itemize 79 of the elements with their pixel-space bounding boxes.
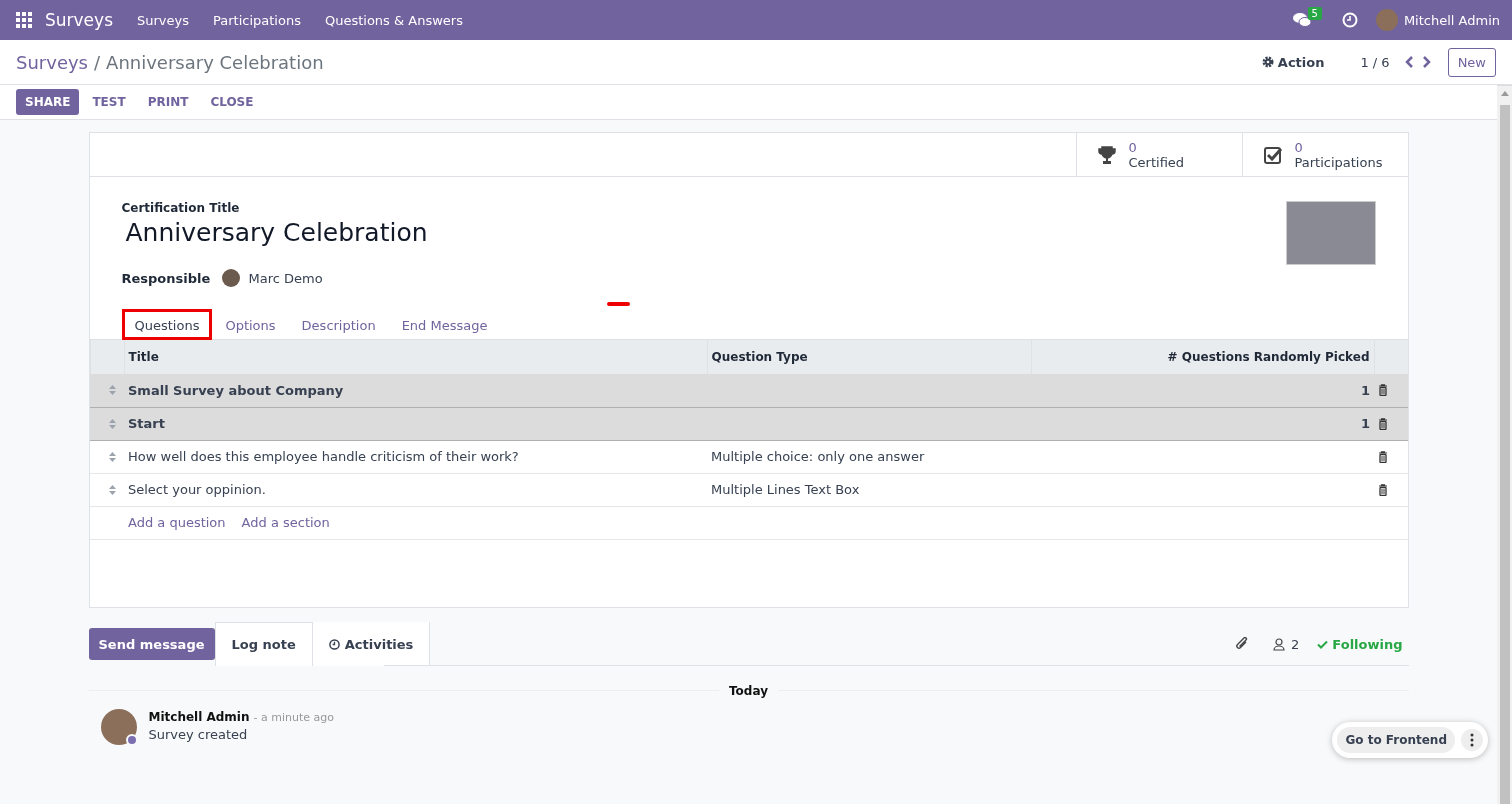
form-button[interactable]: PRINT bbox=[138, 89, 198, 115]
action-button[interactable]: Action bbox=[1255, 53, 1331, 71]
trash-icon[interactable] bbox=[1378, 384, 1388, 397]
go-to-frontend-button[interactable]: Go to Frontend bbox=[1337, 727, 1455, 753]
trash-icon[interactable] bbox=[1378, 483, 1388, 496]
add-link[interactable]: Add a section bbox=[241, 515, 330, 530]
author-name[interactable]: Mitchell Admin bbox=[148, 710, 250, 724]
section-title: Small Survey about Company bbox=[124, 374, 707, 407]
trophy-icon bbox=[1096, 144, 1117, 165]
form-button[interactable]: CLOSE bbox=[201, 89, 263, 115]
title-field[interactable]: Anniversary Celebration bbox=[125, 218, 1286, 247]
activities-button[interactable]: Activities bbox=[312, 622, 430, 666]
chat-bubbles-icon bbox=[1292, 12, 1311, 28]
scrollbar[interactable] bbox=[1497, 85, 1512, 804]
tab[interactable]: End Message bbox=[388, 309, 501, 340]
log-note-tab[interactable]: Log note bbox=[214, 622, 313, 666]
stat-value: 0 bbox=[1128, 139, 1138, 155]
message-body: Survey created bbox=[148, 727, 249, 742]
drag-handle-icon[interactable] bbox=[108, 384, 117, 397]
person-icon[interactable] bbox=[1273, 637, 1286, 651]
stat-button[interactable]: 0 Participations bbox=[1241, 133, 1408, 176]
responsible-avatar bbox=[221, 269, 240, 287]
message-time: - a minute ago bbox=[253, 711, 334, 724]
breadcrumb-separator: / bbox=[94, 51, 101, 73]
drag-handle-icon[interactable] bbox=[108, 417, 117, 430]
clock-icon bbox=[328, 638, 340, 650]
user-name[interactable]: Mitchell Admin bbox=[1403, 12, 1500, 28]
gear-icon bbox=[1261, 56, 1274, 68]
column-header[interactable]: Title bbox=[124, 340, 707, 374]
question-type: Multiple Lines Text Box bbox=[707, 473, 1031, 506]
trash-icon[interactable] bbox=[1378, 417, 1388, 430]
stat-label: Certified bbox=[1128, 154, 1185, 170]
form-button[interactable]: TEST bbox=[83, 89, 135, 115]
paperclip-icon[interactable] bbox=[1235, 637, 1250, 651]
tab[interactable]: Options bbox=[212, 309, 289, 340]
menu-item[interactable]: Questions & Answers bbox=[324, 12, 463, 28]
drag-handle-icon[interactable] bbox=[108, 483, 117, 496]
form-button[interactable]: SHARE bbox=[16, 89, 80, 115]
breadcrumb-link[interactable]: Surveys bbox=[16, 51, 88, 73]
question-type: Multiple choice: only one answer bbox=[707, 440, 1031, 473]
vertical-dots-icon bbox=[1470, 733, 1474, 747]
breadcrumb-current: Anniversary Celebration bbox=[106, 51, 324, 73]
new-button[interactable]: New bbox=[1447, 47, 1496, 77]
annotation-mark bbox=[606, 302, 630, 306]
stat-button[interactable]: 0 Certified bbox=[1075, 133, 1242, 176]
follower-count[interactable]: 2 bbox=[1291, 636, 1300, 652]
checkbox-icon bbox=[1262, 144, 1283, 165]
menu-item[interactable]: Participations bbox=[213, 12, 301, 28]
field-label: Certification Title bbox=[121, 201, 241, 215]
trash-icon[interactable] bbox=[1378, 450, 1388, 463]
menu-item[interactable]: Surveys bbox=[137, 12, 189, 28]
more-options-button[interactable] bbox=[1461, 729, 1483, 751]
drag-handle-icon[interactable] bbox=[108, 450, 117, 463]
question-count: 1 bbox=[1031, 374, 1374, 407]
checkmark-icon bbox=[1317, 639, 1329, 649]
section-title: Start bbox=[124, 407, 707, 440]
app-name[interactable]: Surveys bbox=[45, 10, 113, 30]
stat-label: Participations bbox=[1294, 154, 1383, 170]
add-link[interactable]: Add a question bbox=[128, 515, 226, 530]
tab[interactable]: Questions bbox=[121, 309, 213, 340]
message-count-badge: 5 bbox=[1307, 6, 1322, 20]
question-title: How well does this employee handle criticism of their work? bbox=[124, 440, 707, 473]
scrollbar-thumb[interactable] bbox=[1499, 105, 1510, 804]
field-label: Responsible bbox=[121, 270, 212, 286]
online-status-dot bbox=[125, 734, 138, 746]
messages-button[interactable] bbox=[1292, 12, 1311, 28]
question-count: 1 bbox=[1031, 407, 1374, 440]
column-header[interactable]: # Questions Randomly Picked bbox=[1031, 340, 1374, 374]
clock-icon[interactable] bbox=[1341, 12, 1358, 28]
apps-grid-icon[interactable] bbox=[16, 12, 32, 28]
responsible-name[interactable]: Marc Demo bbox=[248, 270, 323, 286]
column-header[interactable]: Question Type bbox=[707, 340, 1031, 374]
following-button[interactable]: Following bbox=[1311, 635, 1409, 653]
stat-value: 0 bbox=[1294, 139, 1304, 155]
question-title: Select your oppinion. bbox=[124, 473, 707, 506]
pager-value: 1 / 6 bbox=[1360, 54, 1390, 70]
send-message-button[interactable]: Send message bbox=[88, 628, 215, 660]
tab[interactable]: Description bbox=[288, 309, 389, 340]
date-separator: Today bbox=[719, 684, 778, 698]
